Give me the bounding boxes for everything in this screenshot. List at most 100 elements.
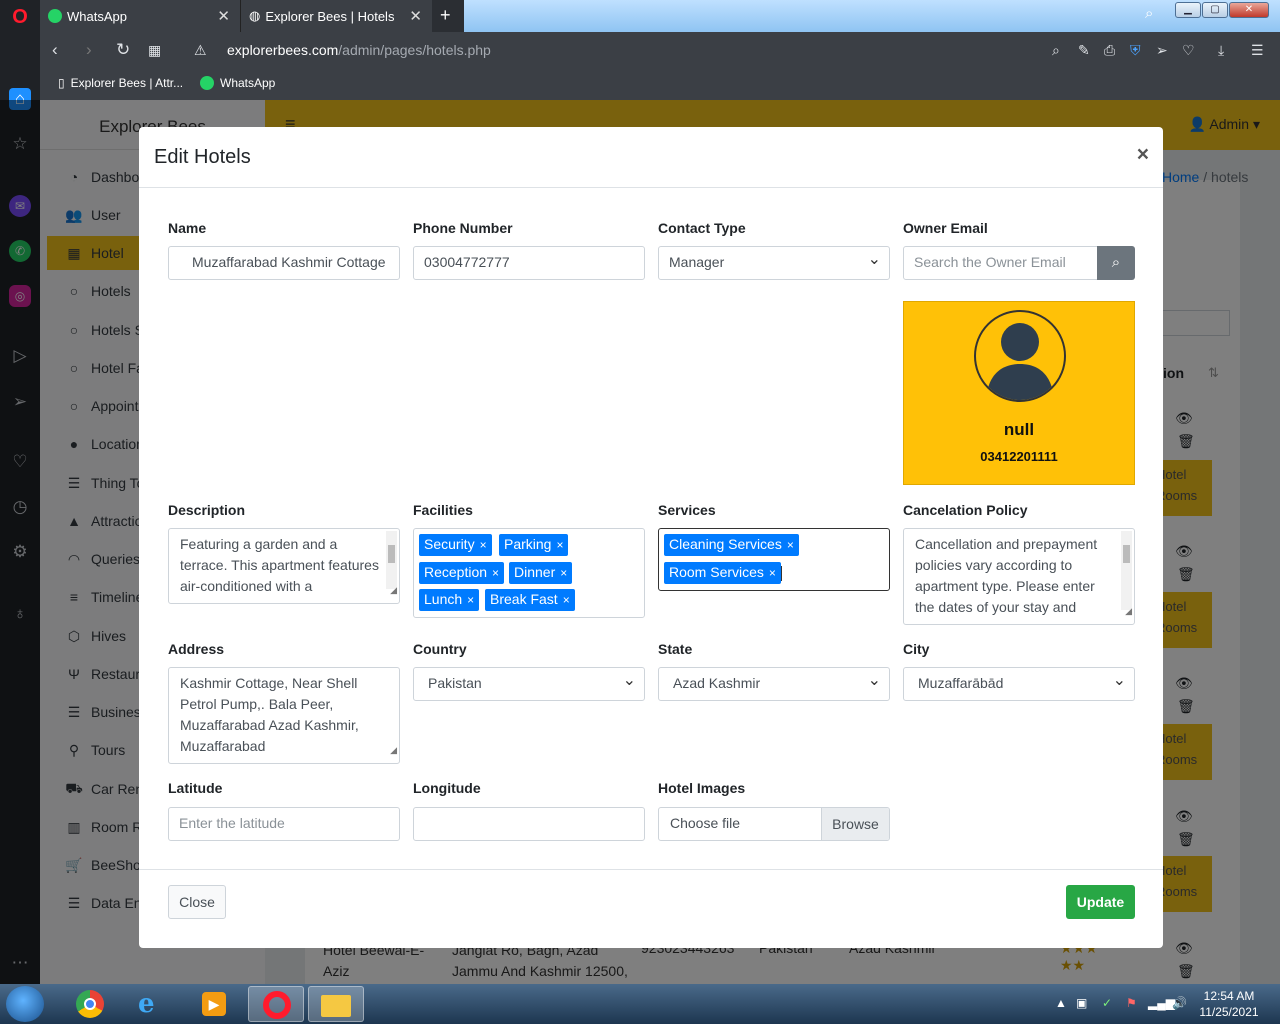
close-icon[interactable]: ×	[1137, 143, 1149, 167]
remove-tag-icon[interactable]: ×	[492, 566, 499, 580]
city-select[interactable]: Muzaffarābād	[903, 667, 1135, 701]
text-cursor	[781, 566, 782, 581]
bookmark-whatsapp[interactable]: WhatsApp	[200, 76, 275, 90]
address-bar: ‹ › ↻ ▦ ⚠ explorerbees.com/admin/pages/h…	[40, 32, 1280, 68]
owner-email-search-input[interactable]: Search the Owner Email	[903, 246, 1098, 280]
file-input-placeholder: Choose file	[670, 815, 741, 831]
description-label: Description	[168, 502, 246, 518]
phone-input[interactable]: 03004772777	[413, 246, 645, 280]
hotel-images-file-input[interactable]: Choose file Browse	[658, 807, 890, 841]
shield-icon[interactable]: ⛨	[1130, 42, 1141, 59]
remove-tag-icon[interactable]: ×	[480, 538, 487, 552]
remove-tag-icon[interactable]: ×	[467, 593, 474, 607]
remove-tag-icon[interactable]: ×	[563, 593, 570, 607]
tab-whatsapp[interactable]: WhatsApp ✕	[40, 0, 240, 32]
contact-type-select[interactable]: Manager	[658, 246, 890, 280]
search-button[interactable]: ⌕	[1097, 246, 1135, 280]
facility-tag[interactable]: Security ×	[419, 534, 492, 556]
facility-tag[interactable]: Break Fast ×	[485, 589, 575, 611]
tab-search-icon[interactable]: ⌕	[1145, 5, 1153, 22]
internet-explorer-taskbar-icon[interactable]: e	[124, 986, 180, 1022]
send-icon[interactable]: ➢	[1156, 42, 1168, 59]
facility-tag[interactable]: Dinner ×	[509, 562, 573, 584]
volume-icon[interactable]: 🔊	[1172, 996, 1187, 1010]
contact-type-label: Contact Type	[658, 220, 746, 236]
reload-icon[interactable]: ↻	[116, 40, 130, 60]
edit-icon[interactable]: ✎	[1078, 42, 1090, 59]
address-textarea[interactable]: Kashmir Cottage, Near Shell Petrol Pump,…	[168, 667, 400, 764]
modal-header: Edit Hotels ×	[139, 127, 1163, 188]
clock[interactable]: 12:54 AM 11/25/2021	[1194, 988, 1264, 1020]
new-tab-icon[interactable]: +	[440, 5, 451, 26]
tabs-grid-icon[interactable]: ▦	[148, 42, 161, 59]
owner-name: null	[1003, 420, 1035, 439]
file-explorer-taskbar-icon[interactable]	[308, 986, 364, 1022]
show-hidden-icons[interactable]: ▲	[1055, 996, 1067, 1010]
camera-icon[interactable]: ⎙	[1104, 42, 1115, 59]
action-center-icon[interactable]: ⚑	[1126, 996, 1137, 1010]
signal-icon[interactable]: ▂▄▆	[1148, 996, 1175, 1010]
latitude-input[interactable]: Enter the latitude	[168, 807, 400, 841]
back-icon[interactable]: ‹	[52, 40, 58, 60]
browse-button[interactable]: Browse	[821, 808, 889, 840]
remove-tag-icon[interactable]: ×	[769, 566, 776, 580]
bookmark-explorer-bees[interactable]: ▯ Explorer Bees | Attr...	[58, 76, 183, 90]
owner-email-label: Owner Email	[903, 220, 988, 236]
resize-handle-icon[interactable]: ◢	[1125, 601, 1132, 622]
country-select[interactable]: Pakistan	[413, 667, 645, 701]
whatsapp-icon	[200, 76, 214, 90]
maximize-button[interactable]: ▢	[1202, 2, 1228, 18]
menu-icon[interactable]: ☰	[1251, 42, 1264, 59]
update-button[interactable]: Update	[1066, 885, 1135, 919]
services-multiselect[interactable]: Cleaning Services × Room Services ×	[658, 528, 890, 591]
heart-icon[interactable]: ♡	[1182, 42, 1195, 59]
media-player-taskbar-icon[interactable]: ▶	[186, 986, 242, 1022]
forward-icon[interactable]: ›	[86, 40, 92, 60]
security-icon[interactable]: ✓	[1102, 996, 1112, 1010]
page-icon: ▯	[58, 76, 65, 90]
facilities-multiselect[interactable]: Security × Parking × Reception × Dinner × Lu…	[413, 528, 645, 618]
tab-explorer-bees-hotels[interactable]: ◍ Explorer Bees | Hotels ✕	[240, 0, 432, 32]
close-button[interactable]: Close	[168, 885, 226, 919]
resize-handle-icon[interactable]: ◢	[390, 580, 397, 601]
facility-tag[interactable]: Parking ×	[499, 534, 569, 556]
state-select[interactable]: Azad Kashmir	[658, 667, 890, 701]
service-tag[interactable]: Room Services ×	[664, 562, 781, 584]
remove-tag-icon[interactable]: ×	[560, 566, 567, 580]
close-icon[interactable]: ✕	[409, 7, 422, 25]
desktop-background	[464, 0, 1280, 32]
bookmarks-bar: ▯ Explorer Bees | Attr... WhatsApp	[40, 68, 1280, 100]
window-close-button[interactable]: ✕	[1229, 2, 1269, 18]
cancelation-policy-textarea[interactable]: Cancellation and prepayment policies var…	[903, 528, 1135, 625]
modal-title: Edit Hotels	[154, 146, 251, 168]
facilities-label: Facilities	[413, 502, 473, 518]
state-label: State	[658, 641, 693, 657]
network-monitor-icon[interactable]: ▣	[1076, 996, 1087, 1010]
opera-taskbar-icon[interactable]	[248, 986, 304, 1022]
resize-handle-icon[interactable]: ◢	[390, 740, 397, 761]
remove-tag-icon[interactable]: ×	[787, 538, 794, 552]
start-button[interactable]	[6, 986, 44, 1022]
name-input[interactable]: Muzaffarabad Kashmir Cottage	[168, 246, 400, 280]
modal-footer: Close Update	[139, 869, 1163, 948]
search-icon[interactable]: ⌕	[1052, 42, 1060, 59]
longitude-label: Longitude	[413, 780, 481, 796]
close-icon[interactable]: ✕	[217, 7, 230, 25]
facility-tag[interactable]: Reception ×	[419, 562, 505, 584]
remove-tag-icon[interactable]: ×	[556, 538, 563, 552]
service-tag[interactable]: Cleaning Services ×	[664, 534, 799, 556]
scrollbar[interactable]	[1121, 531, 1132, 610]
owner-card: null 03412201111	[903, 301, 1135, 485]
phone-label: Phone Number	[413, 220, 513, 236]
opera-logo-icon[interactable]: O	[9, 6, 31, 28]
download-icon[interactable]: ⤓	[1218, 42, 1224, 59]
city-label: City	[903, 641, 930, 657]
chrome-taskbar-icon[interactable]	[62, 986, 118, 1022]
description-textarea[interactable]: Featuring a garden and a terrace. This a…	[168, 528, 400, 604]
tab-label: Explorer Bees | Hotels	[265, 8, 395, 24]
globe-icon: ◍	[249, 8, 261, 23]
facility-tag[interactable]: Lunch ×	[419, 589, 480, 611]
url-field[interactable]: explorerbees.com/admin/pages/hotels.php	[227, 42, 491, 58]
minimize-button[interactable]: ▁	[1175, 2, 1201, 18]
longitude-input[interactable]	[413, 807, 645, 841]
